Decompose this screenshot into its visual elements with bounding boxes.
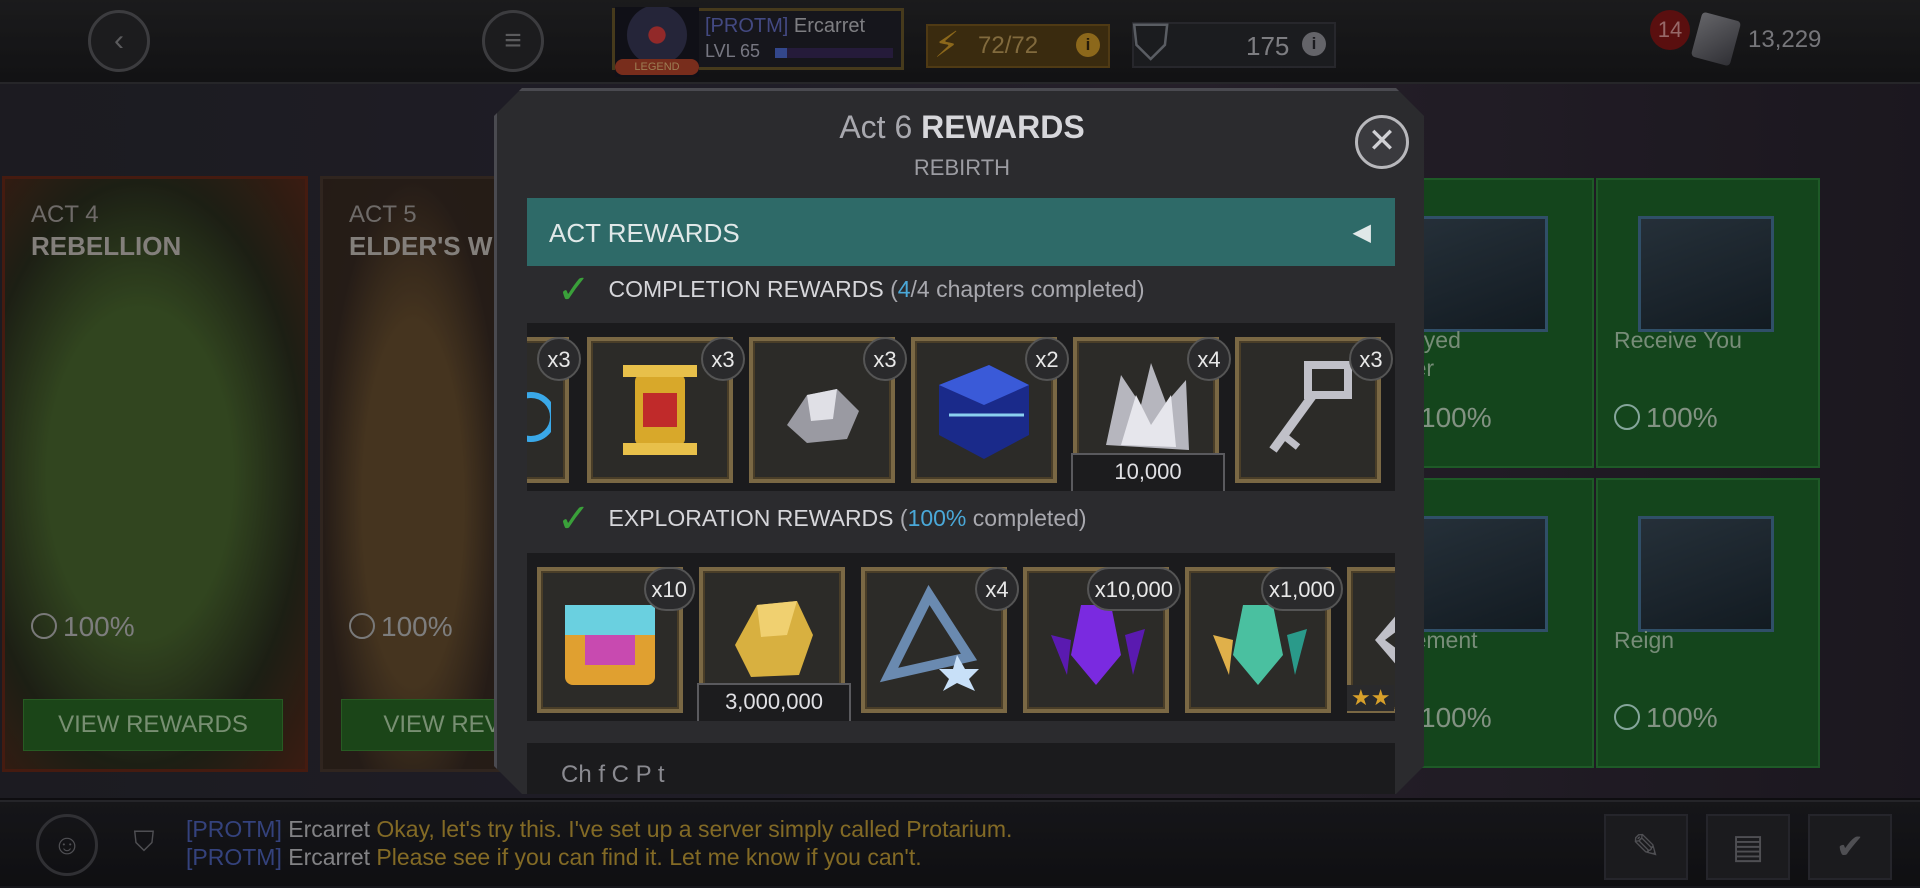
quantity-badge: x10,000	[1086, 567, 1181, 611]
gold-nugget-icon	[735, 601, 813, 677]
section-label: ACT REWARDS	[549, 218, 740, 248]
quantity-badge: x4	[1187, 337, 1231, 381]
completion-rewards-heading: ✓ COMPLETION REWARDS (4/4 chapters comple…	[557, 268, 1145, 312]
next-section-header[interactable]: Ch f C P t	[527, 743, 1395, 794]
section-label: Ch f C P t	[561, 761, 665, 788]
quantity-badge: x3	[863, 337, 907, 381]
reward-tile[interactable]: x4	[861, 567, 1019, 713]
modal-title: Act 6 REWARDS	[839, 109, 1085, 145]
reward-tile[interactable]: x4 10,000	[1071, 337, 1231, 491]
reward-tile[interactable]: x2	[911, 337, 1069, 483]
reward-tile[interactable]: x10	[537, 567, 695, 713]
reward-tile[interactable]: x1,000	[1185, 567, 1343, 713]
silver-shard-icon	[787, 389, 859, 443]
exploration-rewards-heading: ✓ EXPLORATION REWARDS (100% completed)	[557, 497, 1087, 541]
quantity-badge: x2	[1025, 337, 1069, 381]
reward-tile[interactable]: x3	[587, 337, 745, 483]
quantity-badge: x3	[701, 337, 745, 381]
key-icon	[1269, 361, 1352, 453]
modal-subtitle: REBIRTH	[913, 155, 1011, 180]
quantity-badge: x1,000	[1260, 567, 1343, 611]
act-rewards-header[interactable]: ACT REWARDS ◀	[527, 198, 1395, 266]
close-icon: ✕	[1367, 122, 1397, 160]
reward-tile[interactable]: x3	[749, 337, 907, 483]
silver-catalyst-icon	[1106, 363, 1189, 450]
reward-tile[interactable]: x3	[1235, 337, 1393, 483]
reward-amount: 10,000	[1071, 453, 1225, 491]
reward-tile[interactable]: ★★	[1347, 567, 1395, 713]
exploration-rewards-strip[interactable]: x10 3,000,000 x4 x10,000 x1,000 ★★	[527, 553, 1395, 721]
quantity-badge: x10	[643, 567, 695, 611]
quantity-badge: x4	[975, 567, 1019, 611]
collapse-arrow-icon: ◀	[1352, 219, 1371, 246]
completion-rewards-strip[interactable]: x3 x3 x3 x2 x4 10,000 x3	[527, 323, 1395, 491]
blue-crystal-icon	[939, 365, 1029, 459]
checkmark-icon: ✓	[557, 497, 591, 541]
gold-relic-icon	[623, 365, 697, 455]
checkmark-icon: ✓	[557, 268, 591, 312]
quantity-badge: x3	[1349, 337, 1393, 381]
star-rating: ★★	[1347, 685, 1395, 711]
reward-tile[interactable]: x10,000	[1023, 567, 1181, 713]
close-button[interactable]: ✕	[1355, 115, 1409, 169]
star-item-icon	[1375, 605, 1395, 675]
reward-tile[interactable]: 3,000,000	[697, 567, 851, 721]
reward-tile[interactable]: x3	[527, 337, 581, 483]
rewards-modal: Act 6 REWARDS REBIRTH ✕ ACT REWARDS ◀ ✓ C…	[494, 88, 1424, 794]
sigil-crystal-icon	[879, 585, 979, 691]
quantity-badge: x3	[537, 337, 581, 381]
reward-amount: 3,000,000	[697, 683, 851, 721]
